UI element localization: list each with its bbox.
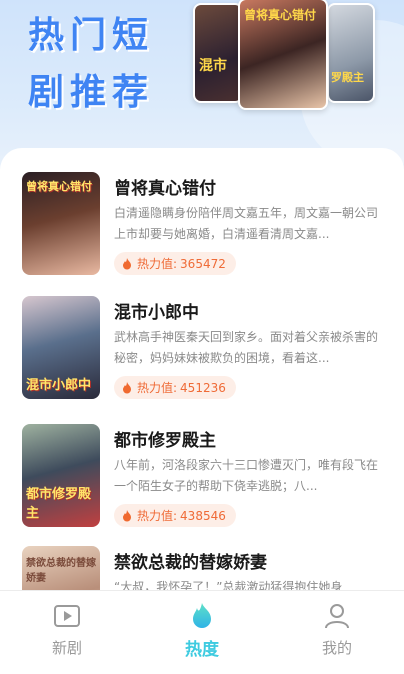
heat-label: 热力值: xyxy=(137,257,178,271)
flame-icon xyxy=(193,603,211,628)
drama-thumbnail[interactable]: 都市修罗殿主 xyxy=(22,424,100,527)
drama-title: 禁欲总裁的替嫁娇妻 xyxy=(114,553,267,573)
drama-thumbnail-text: 曾将真心错付 xyxy=(26,180,92,193)
tab-me[interactable]: 我的 xyxy=(270,591,404,674)
heat-badge: 热力值: 365472 xyxy=(114,252,236,275)
heat-badge: 热力值: 451236 xyxy=(114,376,236,399)
banner-title-line1: 热门短 xyxy=(28,15,155,56)
flame-icon xyxy=(123,509,131,521)
drama-thumbnail-text: 都市修罗殿主 xyxy=(26,487,92,521)
drama-list-item[interactable]: 都市修罗殿主 都市修罗殿主 八年前，河洛段家六十三口惨遭灭门，唯有段飞在一个陌生… xyxy=(22,424,392,530)
banner-poster-left-text: 混市 xyxy=(199,58,227,74)
bottom-tab-bar: 新剧 热度 我的 xyxy=(0,590,404,674)
drama-thumbnail-text: 混市小郎中 xyxy=(26,378,92,393)
drama-description: 武林高手神医秦天回到家乡。面对着父亲被杀害的秘密，妈妈妹妹被欺负的困境，看着这.… xyxy=(114,330,379,365)
heat-value: 451236 xyxy=(180,380,226,395)
drama-description: 八年前，河洛段家六十三口惨遭灭门，唯有段飞在一个陌生女子的帮助下侥幸逃脱；八..… xyxy=(114,458,379,493)
flame-icon xyxy=(123,257,131,269)
tab-new[interactable]: 新剧 xyxy=(0,591,134,674)
tab-hot-label: 热度 xyxy=(185,640,219,660)
drama-thumbnail[interactable]: 混市小郎中 xyxy=(22,296,100,399)
heat-value: 438546 xyxy=(180,508,226,523)
drama-list-item[interactable]: 混市小郎中 混市小郎中 武林高手神医秦天回到家乡。面对着父亲被杀害的秘密，妈妈妹… xyxy=(22,296,392,402)
tab-new-label: 新剧 xyxy=(51,639,82,657)
heat-label: 热力值: xyxy=(137,381,178,395)
drama-title: 曾将真心错付 xyxy=(114,179,216,199)
drama-list-item[interactable]: 曾将真心错付 曾将真心错付 白清遥隐瞒身份陪伴周文嘉五年，周文嘉一朝公司上市却要… xyxy=(22,172,392,278)
drama-thumbnail-text: 禁欲总裁的替嫁娇妻 xyxy=(26,558,96,584)
drama-thumbnail[interactable]: 曾将真心错付 xyxy=(22,172,100,275)
heat-badge: 热力值: 438546 xyxy=(114,504,236,527)
drama-title: 混市小郎中 xyxy=(114,303,199,323)
banner-poster-right-text: 罗殿主 xyxy=(331,71,364,84)
drama-description: 白清遥隐瞒身份陪伴周文嘉五年，周文嘉一朝公司上市却要与她离婚，白清遥看清周文嘉.… xyxy=(114,206,379,241)
drama-title: 都市修罗殿主 xyxy=(114,431,216,451)
flame-icon xyxy=(123,381,131,393)
banner-poster-left[interactable]: 混市 xyxy=(193,3,243,103)
banner-poster-center-text: 曾将真心错付 xyxy=(244,8,317,22)
banner-poster-center[interactable]: 曾将真心错付 xyxy=(238,0,328,110)
user-icon xyxy=(325,604,349,629)
banner-title-line2: 剧推荐 xyxy=(28,72,155,113)
heat-label: 热力值: xyxy=(137,509,178,523)
banner-poster-right[interactable]: 罗殿主 xyxy=(327,3,375,103)
tab-hot[interactable]: 热度 xyxy=(135,591,269,674)
play-icon xyxy=(54,605,80,627)
drama-list-card: 曾将真心错付 曾将真心错付 白清遥隐瞒身份陪伴周文嘉五年，周文嘉一朝公司上市却要… xyxy=(0,148,404,649)
tab-me-label: 我的 xyxy=(321,639,352,657)
heat-value: 365472 xyxy=(180,256,226,271)
